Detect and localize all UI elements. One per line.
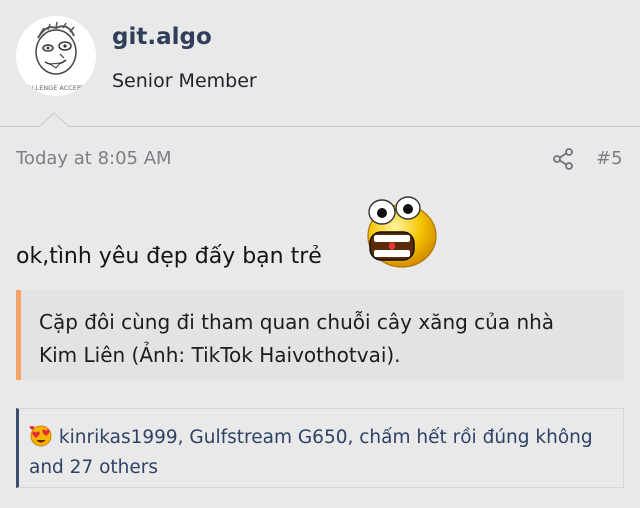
- post-timestamp[interactable]: Today at 8:05 AM: [16, 148, 172, 169]
- quote-line-2: Kim Liên (Ảnh: TikTok Haivothotvai).: [39, 343, 401, 367]
- quote-line-1: Cặp đôi cùng đi tham quan chuỗi cây xăng…: [39, 310, 555, 334]
- avatar[interactable]: CHALLENGE ACCEPTED: [16, 16, 96, 96]
- avatar-image: CHALLENGE ACCEPTED: [16, 16, 96, 96]
- reactions-line-1[interactable]: kinrikas1999, Gulfstream G650, chấm hết …: [29, 423, 613, 453]
- avatar-caption: CHALLENGE ACCEPTED: [18, 84, 94, 92]
- header-pointer-arrow: [40, 112, 68, 127]
- reaction-users[interactable]: kinrikas1999, Gulfstream G650, chấm hết …: [59, 427, 593, 448]
- post-message: ok,tình yêu đẹp đấy bạn trẻ: [16, 244, 322, 269]
- user-title: Senior Member: [112, 70, 257, 92]
- post-author-header: CHALLENGE ACCEPTED git.algo Senior Membe…: [0, 0, 640, 127]
- quoted-text-block: Cặp đôi cùng đi tham quan chuỗi cây xăng…: [16, 290, 624, 380]
- heart-eyes-emoji-icon: [29, 425, 52, 447]
- post-number-link[interactable]: #5: [596, 148, 623, 169]
- username-link[interactable]: git.algo: [112, 24, 212, 50]
- reactions-bar[interactable]: kinrikas1999, Gulfstream G650, chấm hết …: [16, 408, 624, 488]
- shocked-smiley-icon: [367, 196, 437, 268]
- share-icon[interactable]: [552, 148, 574, 170]
- reaction-others[interactable]: and 27 others: [29, 453, 613, 483]
